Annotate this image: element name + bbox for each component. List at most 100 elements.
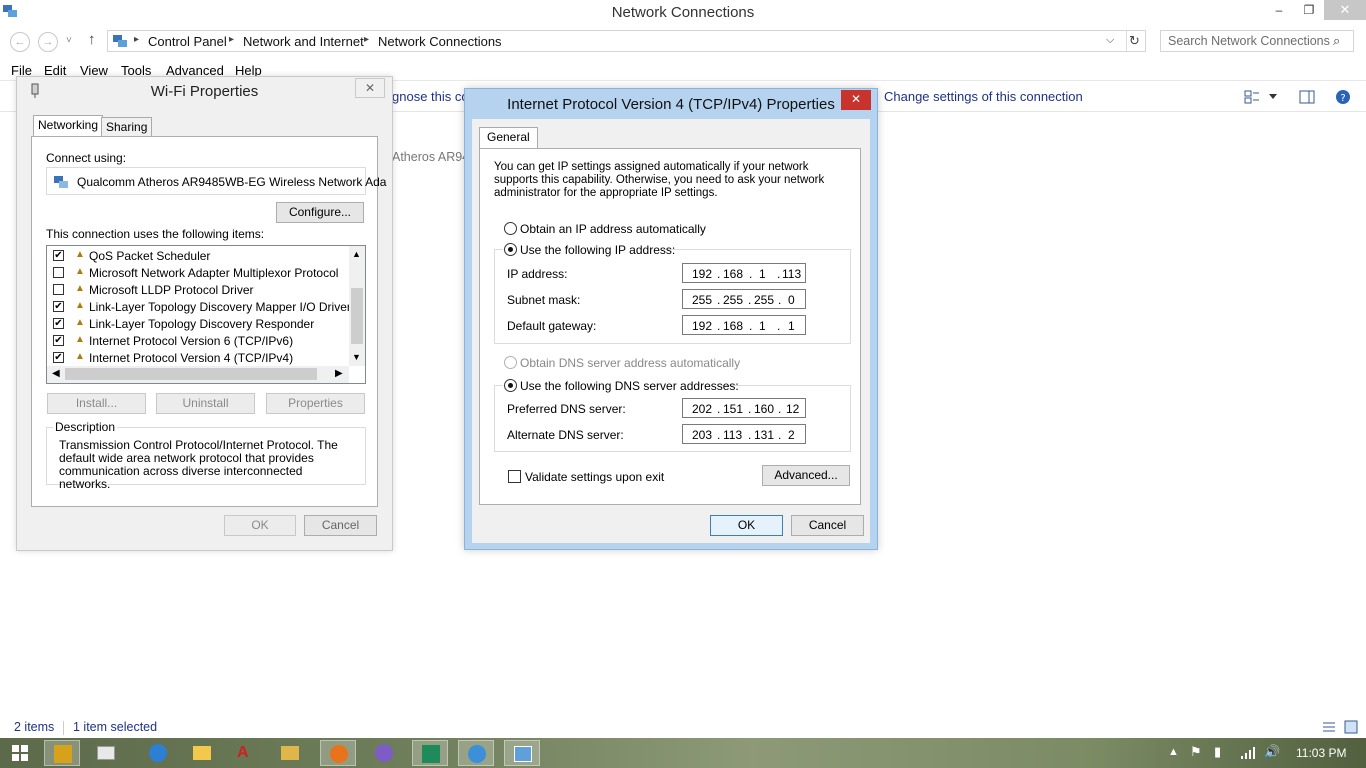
taskbar-app-desktop-icon[interactable] — [88, 740, 124, 766]
taskbar-app-spreadsheet-icon[interactable] — [412, 740, 448, 766]
details-view-icon[interactable] — [1322, 720, 1336, 734]
validate-settings-checkbox[interactable] — [508, 470, 521, 483]
taskbar-clock[interactable]: 11:03 PM — [1296, 746, 1346, 760]
recent-locations-button[interactable]: ˅ — [66, 35, 72, 46]
description-title: Description — [53, 420, 118, 434]
maximize-button[interactable]: ❐ — [1294, 0, 1324, 20]
item-checkbox[interactable]: ✔ — [53, 250, 64, 261]
scroll-up-icon[interactable]: ▲ — [352, 249, 361, 259]
uninstall-button[interactable]: Uninstall — [156, 393, 255, 414]
obtain-ip-auto-radio[interactable] — [504, 222, 517, 235]
items-label: This connection uses the following items… — [46, 227, 265, 241]
use-following-dns-radio[interactable] — [504, 379, 517, 392]
forward-button[interactable]: → — [38, 32, 58, 52]
change-settings-command[interactable]: Change settings of this connection — [884, 89, 1083, 104]
advanced-button[interactable]: Advanced... — [762, 465, 850, 486]
volume-icon[interactable]: 🔊 — [1264, 744, 1280, 760]
taskbar-app-folder-icon[interactable] — [272, 740, 308, 766]
configure-button[interactable]: Configure... — [276, 202, 364, 223]
install-button[interactable]: Install... — [47, 393, 146, 414]
tab-general[interactable]: General — [479, 127, 538, 149]
list-item[interactable]: ✔ ▲ Link-Layer Topology Discovery Responde… — [53, 316, 353, 333]
list-item[interactable]: ▲ Microsoft Network Adapter Multiplexor P… — [53, 265, 353, 282]
wifi-dialog-close-button[interactable]: ✕ — [355, 78, 385, 98]
address-bar[interactable]: ▸ Control Panel ▸ Network and Internet ▸… — [107, 30, 1146, 52]
list-item[interactable]: ✔ ▲ Internet Protocol Version 6 (TCP/IPv6) — [53, 333, 353, 350]
taskbar-app-network-connections-icon[interactable] — [504, 740, 540, 766]
list-item[interactable]: ▲ Microsoft LLDP Protocol Driver — [53, 282, 353, 299]
taskbar-app-globe-icon[interactable] — [458, 740, 494, 766]
search-input[interactable]: Search Network Connections ⌕ — [1160, 30, 1354, 52]
wifi-ok-button[interactable]: OK — [224, 515, 296, 536]
wifi-cancel-button[interactable]: Cancel — [304, 515, 377, 536]
breadcrumb-network-and-internet[interactable]: Network and Internet — [243, 34, 364, 49]
start-windows-icon[interactable] — [12, 745, 28, 761]
properties-button[interactable]: Properties — [266, 393, 365, 414]
horizontal-scroll-thumb[interactable] — [65, 368, 317, 380]
ip-address-input[interactable]: 192. 168. 1. 113 — [682, 263, 806, 283]
up-button[interactable]: ↑ — [88, 31, 96, 48]
taskbar-app-firefox-icon[interactable] — [320, 740, 356, 766]
alternate-dns-input[interactable]: 203. 113. 131. 2 — [682, 424, 806, 444]
subnet-octet-3: 255 — [754, 293, 775, 307]
scroll-left-icon[interactable]: ◀ — [52, 368, 60, 379]
item-checkbox[interactable] — [53, 267, 64, 278]
ipv4-dialog-body: General You can get IP settings assigned… — [472, 119, 870, 543]
horizontal-scrollbar[interactable]: ◀ ▶ — [47, 366, 349, 383]
large-icons-view-icon[interactable] — [1344, 720, 1358, 734]
close-button[interactable]: ✕ — [1324, 0, 1366, 20]
ipv4-ok-button[interactable]: OK — [710, 515, 783, 536]
ip-address-label: IP address: — [507, 267, 568, 281]
window-titlebar: Network Connections – ❐ ✕ — [0, 0, 1366, 26]
list-item[interactable]: ✔ ▲ Link-Layer Topology Discovery Mapper I… — [53, 299, 353, 316]
default-gateway-input[interactable]: 192. 168. 1. 1 — [682, 315, 806, 335]
scroll-right-icon[interactable]: ▶ — [335, 368, 343, 379]
ipv4-dialog-close-button[interactable]: ✕ — [841, 90, 871, 110]
list-item[interactable]: ✔ ▲ QoS Packet Scheduler — [53, 248, 353, 265]
action-center-flag-icon[interactable]: ⚑ — [1190, 744, 1202, 760]
item-checkbox[interactable] — [53, 284, 64, 295]
item-checkbox[interactable]: ✔ — [53, 335, 64, 346]
address-dropdown-icon[interactable]: ⌵ — [1106, 34, 1114, 47]
gateway-octet-1: 192 — [692, 319, 713, 333]
validate-settings-label[interactable]: Validate settings upon exit — [525, 470, 664, 484]
taskbar-app-acrobat-icon[interactable]: A — [228, 740, 264, 766]
taskbar-app-ie-icon[interactable] — [140, 740, 176, 766]
show-hidden-icons-icon[interactable]: ▲ — [1168, 746, 1179, 758]
ipv4-cancel-button[interactable]: Cancel — [791, 515, 864, 536]
taskbar-app-viber-icon[interactable] — [366, 740, 402, 766]
item-checkbox[interactable]: ✔ — [53, 352, 64, 363]
item-checkbox[interactable]: ✔ — [53, 301, 64, 312]
obtain-dns-auto-label[interactable]: Obtain DNS server address automatically — [520, 356, 740, 370]
back-button[interactable]: ← — [10, 32, 30, 52]
item-checkbox[interactable]: ✔ — [53, 318, 64, 329]
tab-networking[interactable]: Networking — [33, 115, 104, 137]
selected-count: 1 item selected — [73, 720, 158, 734]
scroll-down-icon[interactable]: ▼ — [352, 352, 361, 362]
search-icon[interactable]: ⌕ — [1333, 33, 1340, 49]
obtain-dns-auto-radio[interactable] — [504, 356, 517, 369]
tab-sharing[interactable]: Sharing — [101, 117, 153, 137]
wifi-signal-icon[interactable] — [1240, 746, 1256, 760]
preferred-dns-input[interactable]: 202. 151. 160. 12 — [682, 398, 806, 418]
obtain-ip-auto-label[interactable]: Obtain an IP address automatically — [520, 222, 706, 236]
taskbar-app-game-icon[interactable] — [44, 740, 80, 766]
list-item[interactable]: ✔ ▲ Internet Protocol Version 4 (TCP/IPv4) — [53, 350, 353, 367]
taskbar-app-explorer-icon[interactable] — [184, 740, 220, 766]
refresh-icon[interactable]: ↻ — [1129, 33, 1140, 49]
subnet-mask-input[interactable]: 255. 255. 255. 0 — [682, 289, 806, 309]
minimize-button[interactable]: – — [1264, 0, 1294, 20]
battery-icon[interactable]: ▮ — [1214, 744, 1221, 760]
help-icon[interactable]: ? — [1335, 89, 1351, 105]
breadcrumb-control-panel[interactable]: Control Panel — [148, 34, 227, 49]
breadcrumb-network-connections[interactable]: Network Connections — [378, 34, 502, 49]
change-view-icon[interactable] — [1244, 89, 1260, 105]
wifi-properties-dialog: Wi-Fi Properties ✕ Networking Sharing Co… — [16, 76, 393, 551]
scroll-thumb[interactable] — [351, 288, 363, 344]
preview-pane-icon[interactable] — [1299, 89, 1315, 105]
use-following-dns-label[interactable]: Use the following DNS server addresses: — [520, 379, 739, 393]
view-options-chevron-down-icon[interactable] — [1268, 93, 1278, 101]
vertical-scrollbar[interactable]: ▲ ▼ — [349, 246, 365, 366]
use-following-ip-label[interactable]: Use the following IP address: — [520, 243, 675, 257]
use-following-ip-radio[interactable] — [504, 243, 517, 256]
